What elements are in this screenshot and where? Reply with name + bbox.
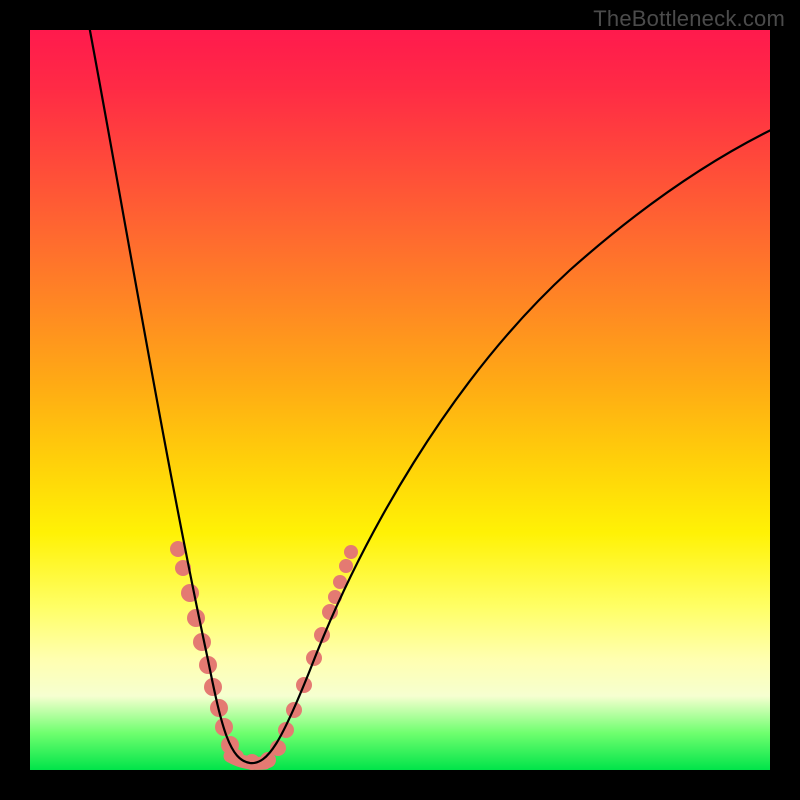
curve-line [88, 20, 775, 763]
curve-bead-cluster [170, 541, 358, 770]
bottleneck-curve [30, 30, 770, 770]
watermark-text: TheBottleneck.com [593, 6, 785, 32]
chart-frame: TheBottleneck.com [0, 0, 800, 800]
plot-area [30, 30, 770, 770]
